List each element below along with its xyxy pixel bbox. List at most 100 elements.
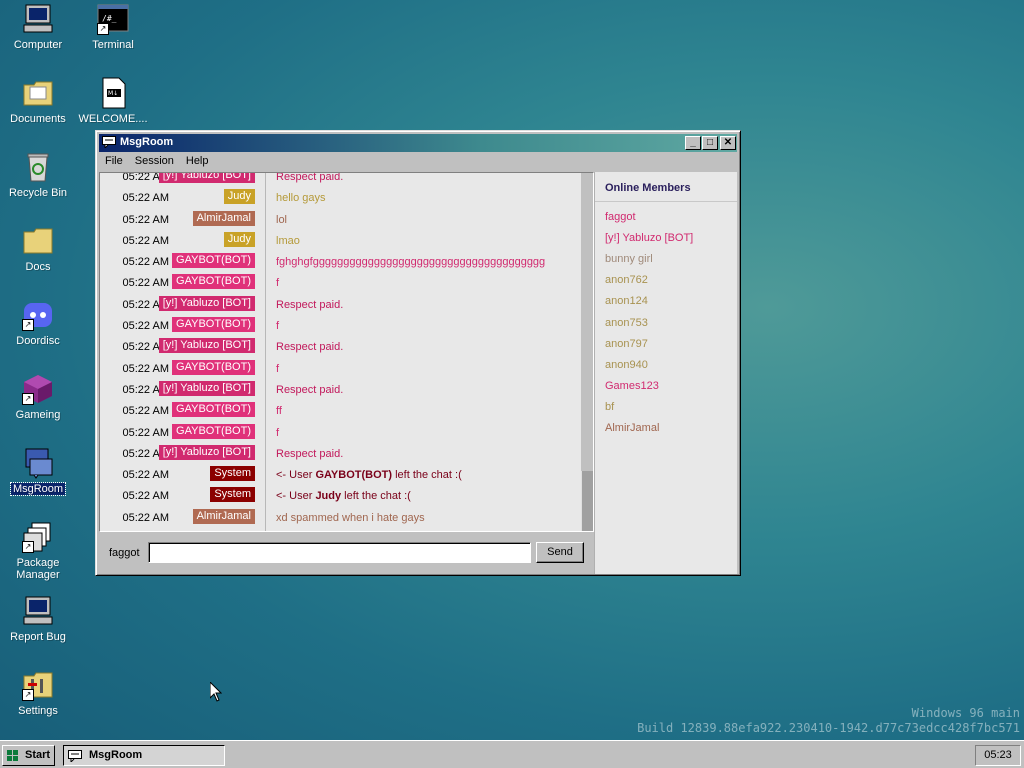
desktop-icon-welcome[interactable]: M↓ WELCOME.... — [75, 77, 151, 125]
desktop-icon-terminal[interactable]: /#_ ↗ Terminal — [75, 3, 151, 51]
minimize-button[interactable]: _ — [685, 136, 701, 150]
desktop-icon-package-manager[interactable]: ↗ Package Manager — [0, 521, 76, 581]
message-time: 05:22 AM — [122, 511, 169, 524]
members-separator — [595, 201, 737, 202]
desktop-icon-gameing[interactable]: ↗ Gameing — [0, 373, 76, 421]
member-item[interactable]: Games123 — [605, 380, 659, 392]
message-time: 05:22 AM — [122, 490, 169, 503]
close-button[interactable]: ✕ — [720, 136, 736, 150]
message-text: f — [276, 362, 280, 375]
message-row: 05:22 AM GAYBOT(BOT) f — [100, 272, 582, 293]
message-time: 05:22 AM — [122, 469, 169, 482]
message-username-badge[interactable]: Judy — [223, 231, 255, 247]
mouse-cursor-icon — [209, 680, 223, 705]
watermark-line-2: Build 12839.88efa922.230410-1942.d77c73e… — [637, 721, 1020, 735]
desktop-icon-doordisc[interactable]: ↗ Doordisc — [0, 299, 76, 347]
message-username-badge[interactable]: [y!] Yabluzo [BOT] — [158, 380, 255, 396]
message-username-badge[interactable]: GAYBOT(BOT) — [172, 253, 255, 269]
message-time: 05:22 AM — [122, 405, 169, 418]
member-item[interactable]: anon124 — [605, 295, 648, 307]
folder-documents-icon — [22, 77, 54, 109]
message-scrollbar[interactable] — [581, 173, 593, 531]
message-row: 05:22 AM System <- User Judy left the chat… — [100, 485, 582, 506]
message-username-badge[interactable]: [y!] Yabluzo [BOT] — [158, 444, 255, 460]
menu-file[interactable]: File — [99, 153, 129, 167]
message-username-badge[interactable]: [y!] Yabluzo [BOT] — [158, 338, 255, 354]
desktop-icon-settings[interactable]: ↗ Settings — [0, 669, 76, 717]
desktop-icon-docs[interactable]: Docs — [0, 225, 76, 273]
nickname-label[interactable]: faggot — [109, 547, 140, 559]
message-text: Respect paid. — [276, 383, 344, 396]
start-button[interactable]: Start — [2, 745, 55, 766]
scrollbar-thumb[interactable] — [581, 471, 593, 531]
taskbar-item-msgroom[interactable]: MsgRoom — [63, 745, 225, 766]
member-item[interactable]: AlmirJamal — [605, 422, 659, 434]
message-list[interactable]: 05:22 AM [y!] Yabluzo [BOT] Respect paid. 0… — [99, 172, 594, 532]
shortcut-arrow-icon: ↗ — [22, 319, 34, 331]
message-input[interactable] — [148, 542, 531, 563]
system-text-username: Judy — [315, 490, 342, 503]
message-username-badge[interactable]: GAYBOT(BOT) — [172, 317, 255, 333]
message-username-badge[interactable]: GAYBOT(BOT) — [172, 359, 255, 375]
message-time: 05:22 AM — [122, 362, 169, 375]
message-username-badge[interactable]: System — [210, 487, 255, 503]
message-row: 05:22 AM GAYBOT(BOT) f — [100, 315, 582, 336]
message-username-badge[interactable]: AlmirJamal — [192, 508, 255, 524]
message-time: 05:22 AM — [122, 256, 169, 269]
message-username-badge[interactable]: System — [210, 466, 255, 482]
member-item[interactable]: anon940 — [605, 359, 648, 371]
message-row: 05:22 AM AlmirJamal lol — [100, 209, 582, 230]
desktop-icon-report-bug[interactable]: Report Bug — [0, 595, 76, 643]
member-item[interactable]: anon762 — [605, 274, 648, 286]
desktop-icon-label: Docs — [25, 261, 51, 273]
send-button[interactable]: Send — [536, 542, 584, 563]
menu-session[interactable]: Session — [129, 153, 180, 167]
message-username-badge[interactable]: GAYBOT(BOT) — [172, 423, 255, 439]
system-text-suffix: left the chat :( — [392, 469, 462, 482]
member-item[interactable]: [y!] Yabluzo [BOT] — [605, 232, 693, 244]
member-item[interactable]: faggot — [605, 211, 636, 223]
desktop-icon-label: Doordisc — [16, 335, 60, 347]
message-row: 05:22 AM System <- User GAYBOT(BOT) left t… — [100, 464, 582, 485]
message-text: fghghgfggggggggggggggggggggggggggggggggg… — [276, 256, 546, 269]
system-text-prefix: <- User — [276, 469, 316, 482]
message-username-badge[interactable]: AlmirJamal — [192, 210, 255, 226]
recycle-bin-icon — [22, 151, 54, 183]
message-row: 05:22 AM [y!] Yabluzo [BOT] Respect paid. — [100, 336, 582, 357]
svg-text:/#_: /#_ — [102, 14, 117, 23]
shortcut-arrow-icon: ↗ — [97, 23, 109, 35]
system-clock[interactable]: 05:23 — [975, 745, 1021, 766]
desktop-icon-computer[interactable]: Computer — [0, 3, 76, 51]
shortcut-arrow-icon: ↗ — [22, 689, 34, 701]
window-titlebar[interactable]: MsgRoom _ □ ✕ — [99, 134, 737, 152]
computer-icon — [22, 3, 54, 35]
menu-help[interactable]: Help — [180, 153, 215, 167]
maximize-button[interactable]: □ — [702, 136, 718, 150]
member-item[interactable]: bf — [605, 401, 614, 413]
member-item[interactable]: anon797 — [605, 338, 648, 350]
member-item[interactable]: anon753 — [605, 317, 648, 329]
message-username-badge[interactable]: Judy — [223, 189, 255, 205]
message-username-badge[interactable]: GAYBOT(BOT) — [172, 274, 255, 290]
settings-icon: ↗ — [22, 669, 54, 701]
start-label: Start — [25, 749, 51, 761]
message-row: 05:22 AM [y!] Yabluzo [BOT] Respect paid. — [100, 173, 582, 187]
desktop-icon-msgroom[interactable]: MsgRoom — [0, 447, 76, 496]
desktop-icon-label: Computer — [13, 39, 63, 51]
message-time: 05:22 AM — [122, 320, 169, 333]
desktop-icon-label: Recycle Bin — [8, 187, 68, 199]
message-username-badge[interactable]: GAYBOT(BOT) — [172, 402, 255, 418]
message-username-badge[interactable]: [y!] Yabluzo [BOT] — [158, 173, 255, 183]
watermark-line-1: Windows 96 main — [911, 706, 1020, 720]
message-text: f — [276, 277, 280, 290]
members-heading: Online Members — [605, 182, 691, 194]
svg-text:M↓: M↓ — [108, 90, 118, 97]
desktop-icon-documents[interactable]: Documents — [0, 77, 76, 125]
message-text: lol — [276, 213, 288, 226]
desktop-icon-recycle-bin[interactable]: Recycle Bin — [0, 151, 76, 199]
message-text: xd spammed when i hate gays — [276, 511, 425, 524]
system-text-suffix: left the chat :( — [341, 490, 411, 503]
member-item[interactable]: bunny girl — [605, 253, 653, 265]
message-text: Respect paid. — [276, 341, 344, 354]
message-username-badge[interactable]: [y!] Yabluzo [BOT] — [158, 295, 255, 311]
